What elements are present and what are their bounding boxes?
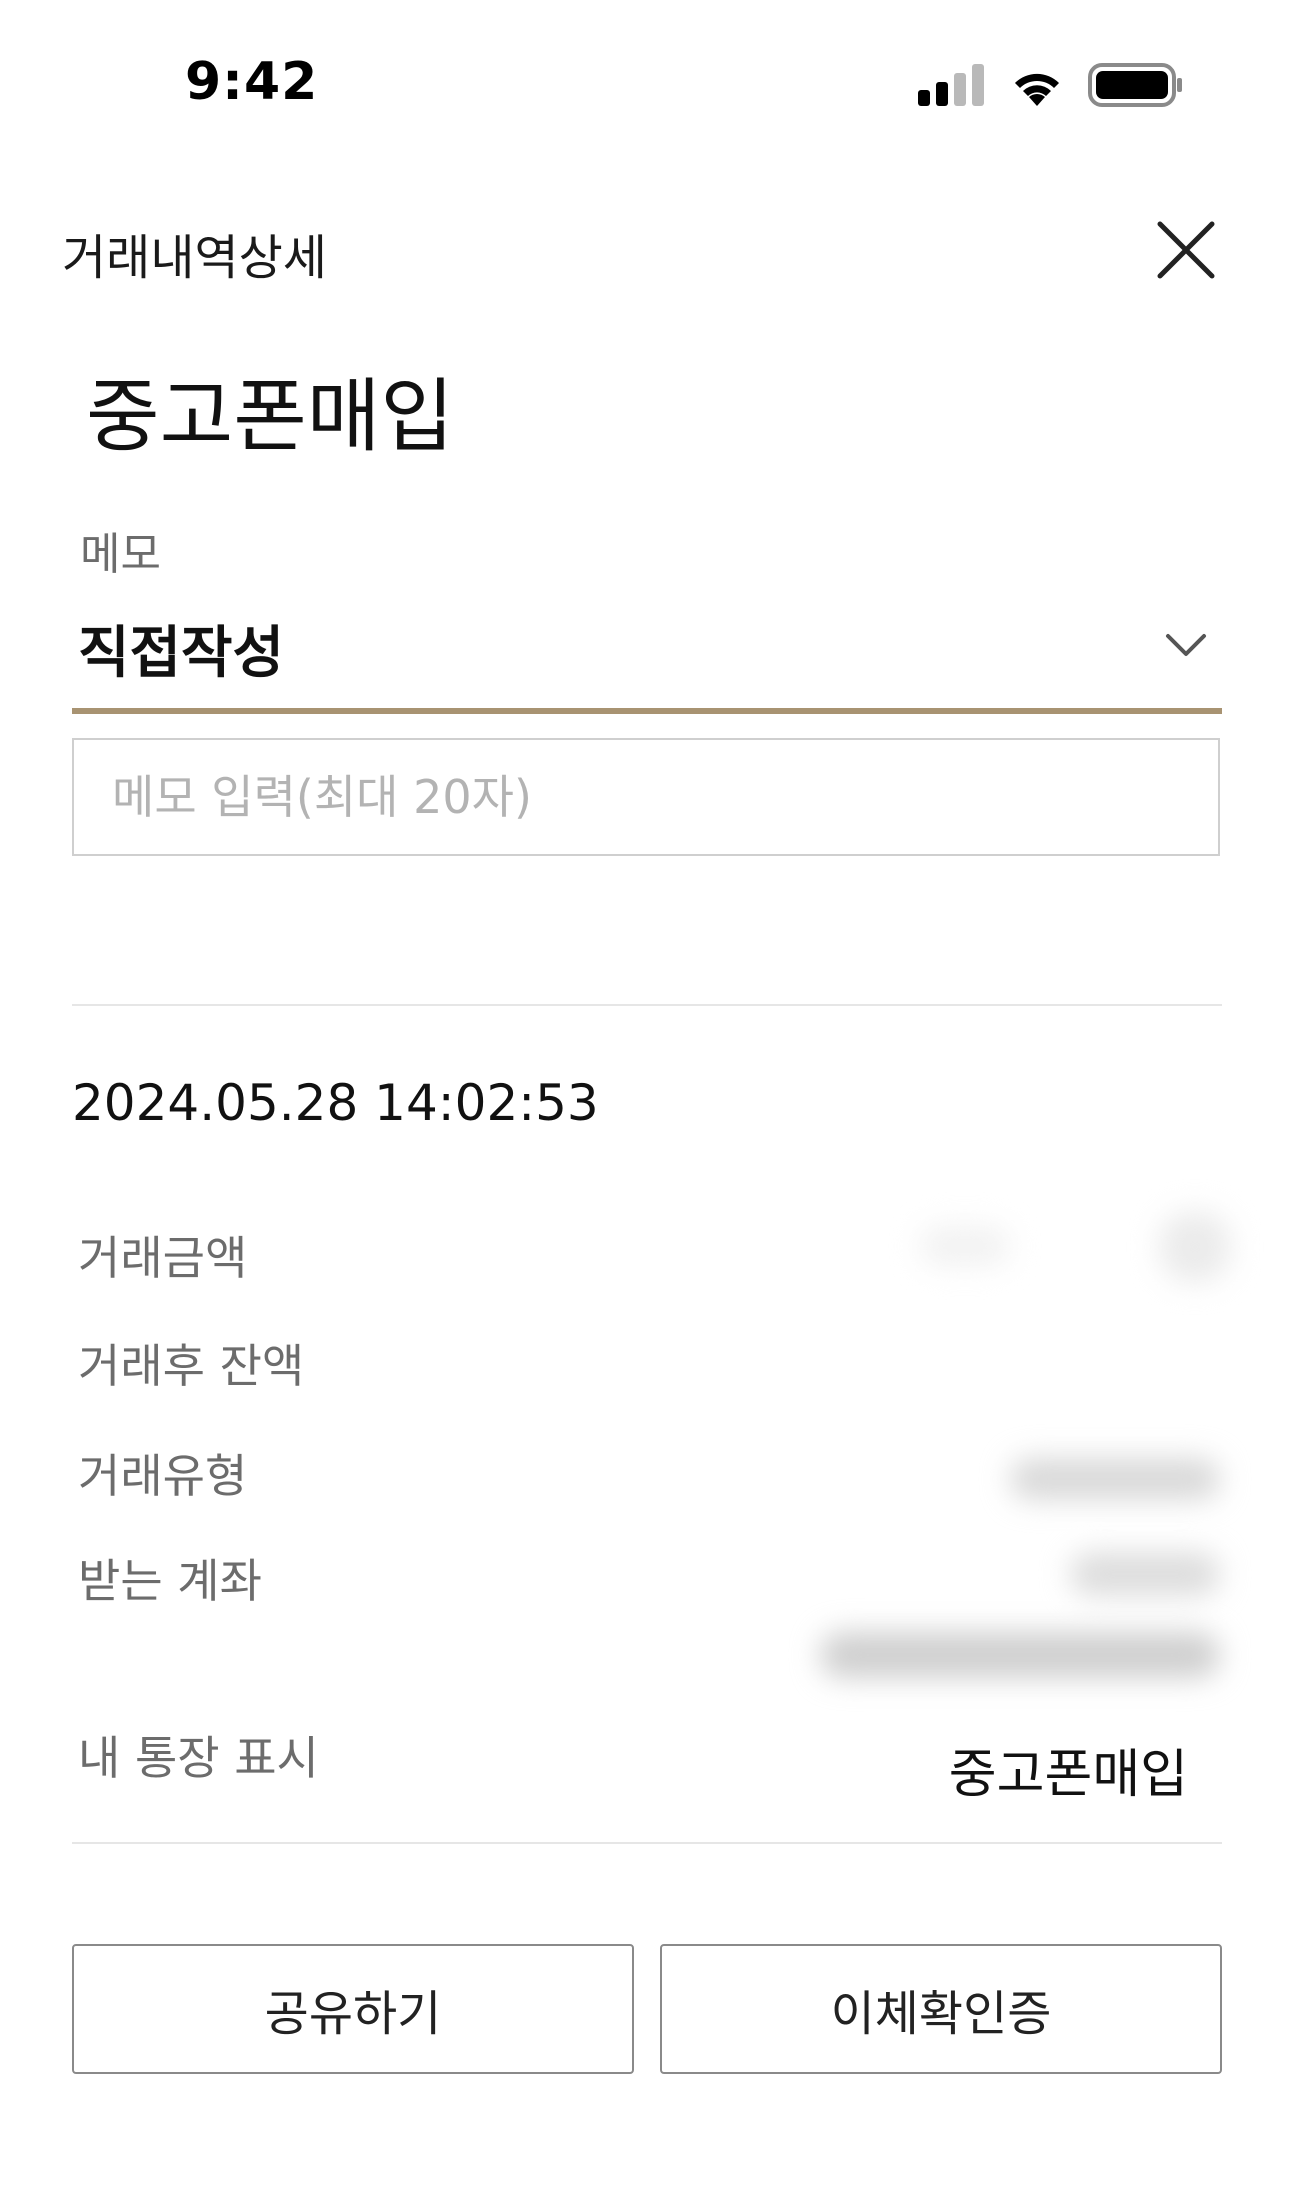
cellular-signal-icon <box>918 64 984 106</box>
receiving-account-label: 받는 계좌 <box>78 1554 262 1608</box>
chevron-down-icon <box>1166 634 1206 656</box>
transaction-type-value <box>990 1440 1240 1520</box>
battery-icon <box>1088 63 1182 107</box>
transaction-title: 중고폰매입 <box>86 370 454 463</box>
screen-title: 거래내역상세 <box>62 230 327 286</box>
transaction-amount-value <box>900 1208 1240 1288</box>
balance-after-label: 거래후 잔액 <box>78 1339 305 1393</box>
dropdown-underline <box>72 708 1222 714</box>
memo-type-dropdown[interactable]: 직접작성 <box>72 596 1222 714</box>
status-time: 9:42 <box>185 52 319 112</box>
memo-input[interactable] <box>72 738 1220 856</box>
my-passbook-display-label: 내 통장 표시 <box>78 1731 319 1785</box>
close-icon <box>1157 221 1215 279</box>
share-button[interactable]: 공유하기 <box>72 1944 634 2074</box>
transaction-datetime: 2024.05.28 14:02:53 <box>72 1074 599 1132</box>
memo-type-selected: 직접작성 <box>78 621 285 686</box>
section-divider <box>72 1842 1222 1844</box>
receiving-account-value <box>800 1540 1240 1700</box>
transaction-type-label: 거래유형 <box>78 1449 248 1503</box>
transfer-certificate-button[interactable]: 이체확인증 <box>660 1944 1222 2074</box>
section-divider <box>72 1004 1222 1006</box>
close-button[interactable] <box>1154 218 1218 282</box>
my-passbook-display-value: 중고폰매입 <box>948 1745 1188 1805</box>
transaction-amount-label: 거래금액 <box>78 1231 248 1285</box>
memo-label: 메모 <box>80 529 161 580</box>
wifi-icon <box>1015 73 1059 106</box>
